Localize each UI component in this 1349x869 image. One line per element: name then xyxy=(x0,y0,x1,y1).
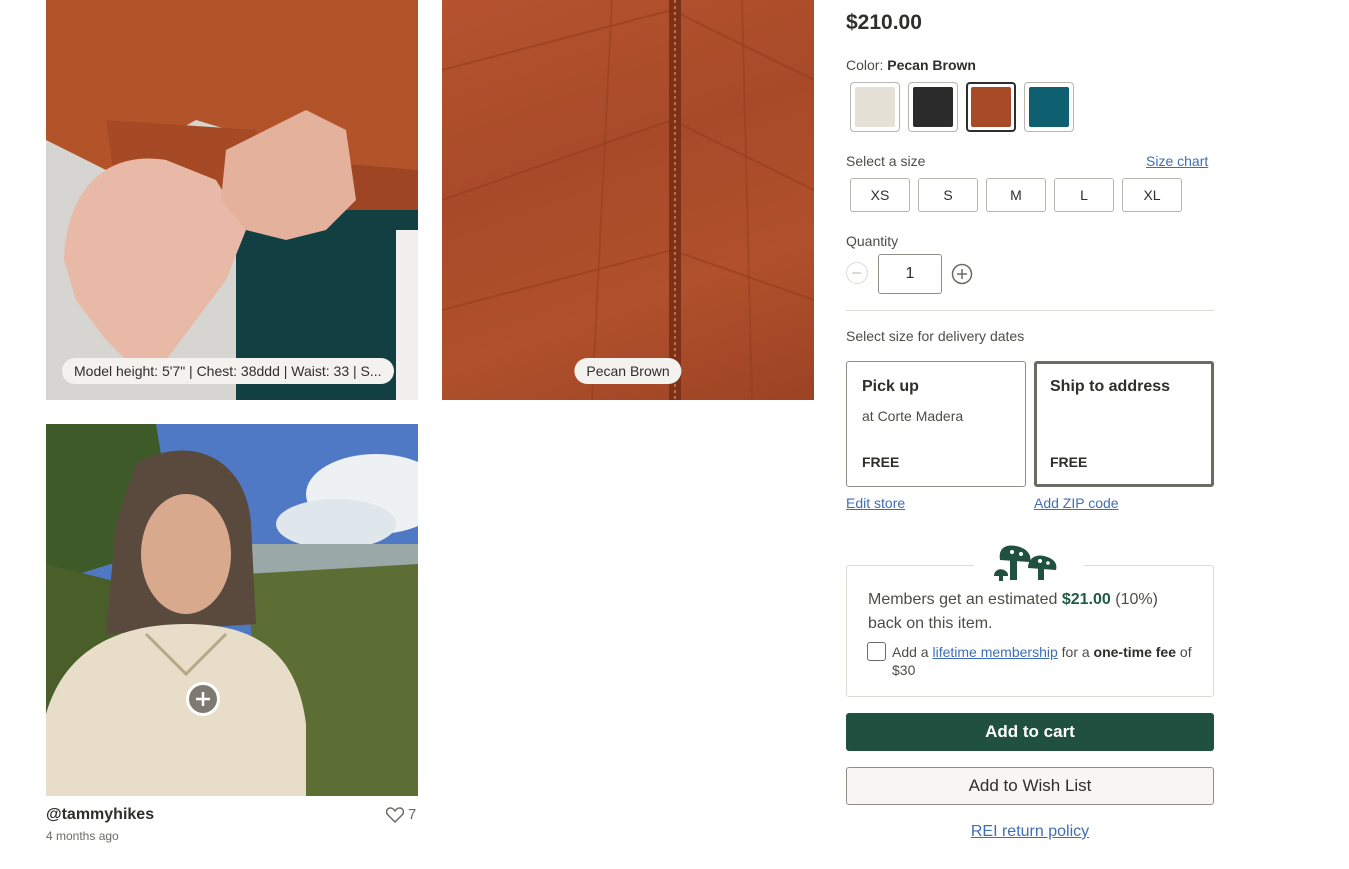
size-xl-button[interactable]: XL xyxy=(1122,178,1182,212)
ugc-username[interactable]: @tammyhikes xyxy=(46,806,154,824)
product-image-detail[interactable]: Pecan Brown xyxy=(442,0,814,400)
color-selection-label: Color: Pecan Brown xyxy=(846,57,976,73)
color-name-pill: Pecan Brown xyxy=(574,358,682,384)
color-value: Pecan Brown xyxy=(887,57,976,73)
mushroom-icon-wrap xyxy=(974,540,1084,584)
size-m-button[interactable]: M xyxy=(986,178,1046,212)
swatch-pecan-brown[interactable] xyxy=(966,82,1016,132)
ship-title: Ship to address xyxy=(1050,378,1171,395)
ugc-like-count: 7 xyxy=(408,806,417,823)
divider xyxy=(846,310,1214,311)
opt-pre: Add a xyxy=(892,644,933,660)
quantity-label: Quantity xyxy=(846,233,899,249)
size-l-button[interactable]: L xyxy=(1054,178,1114,212)
mushroom-icon xyxy=(994,545,1057,581)
customer-selfie-photo xyxy=(46,424,418,796)
lifetime-membership-link[interactable]: lifetime membership xyxy=(932,644,1057,660)
ugc-timestamp: 4 months ago xyxy=(46,829,119,843)
pickup-title: Pick up xyxy=(862,378,919,395)
opt-mid: for a xyxy=(1057,644,1094,660)
size-label: Select a size xyxy=(846,153,926,169)
ugc-like-button[interactable]: 7 xyxy=(386,806,416,823)
product-price: $210.00 xyxy=(846,11,922,34)
ship-sub xyxy=(1050,408,1198,426)
add-to-wishlist-button[interactable]: Add to Wish List xyxy=(846,767,1214,805)
delivery-dates-label: Select size for delivery dates xyxy=(846,328,1025,344)
swatch-black[interactable] xyxy=(908,82,958,132)
pickup-store: at Corte Madera xyxy=(862,408,964,424)
product-image-model[interactable]: Model height: 5'7" | Chest: 38ddd | Wais… xyxy=(46,0,418,400)
edit-store-link[interactable]: Edit store xyxy=(846,495,905,511)
heart-icon xyxy=(386,806,404,823)
return-policy-link[interactable]: REI return policy xyxy=(846,823,1214,841)
swatch-teal[interactable] xyxy=(1024,82,1074,132)
quantity-input[interactable]: 1 xyxy=(878,254,942,294)
customer-photo[interactable] xyxy=(46,424,418,796)
model-photo xyxy=(46,0,418,400)
ship-price: FREE xyxy=(1050,454,1088,470)
opt-bold: one-time fee xyxy=(1093,644,1177,660)
pickup-option[interactable]: Pick up at Corte Madera FREE xyxy=(846,361,1026,487)
member-reward-text: Members get an estimated $21.00 (10%) ba… xyxy=(868,588,1188,636)
add-to-cart-button[interactable]: Add to cart xyxy=(846,713,1214,751)
member-text-pre: Members get an estimated xyxy=(868,591,1062,608)
quantity-increase-button[interactable] xyxy=(951,263,973,285)
member-reward-amount: $21.00 xyxy=(1061,591,1111,608)
membership-checkbox[interactable] xyxy=(867,642,886,661)
pickup-price: FREE xyxy=(862,454,900,470)
size-s-button[interactable]: S xyxy=(918,178,978,212)
view-photo-button[interactable] xyxy=(186,682,220,716)
swatch-cream[interactable] xyxy=(850,82,900,132)
membership-option-text: Add a lifetime membership for a one-time… xyxy=(892,643,1192,679)
ship-option[interactable]: Ship to address FREE xyxy=(1034,361,1214,487)
size-xs-button[interactable]: XS xyxy=(850,178,910,212)
quantity-decrease-button[interactable] xyxy=(846,262,868,284)
color-label: Color: xyxy=(846,57,884,73)
model-measurements-pill: Model height: 5'7" | Chest: 38ddd | Wais… xyxy=(62,358,394,384)
size-chart-link[interactable]: Size chart xyxy=(1146,153,1208,169)
jacket-detail-photo xyxy=(442,0,814,400)
plus-icon xyxy=(196,692,210,706)
add-zip-link[interactable]: Add ZIP code xyxy=(1034,495,1119,511)
